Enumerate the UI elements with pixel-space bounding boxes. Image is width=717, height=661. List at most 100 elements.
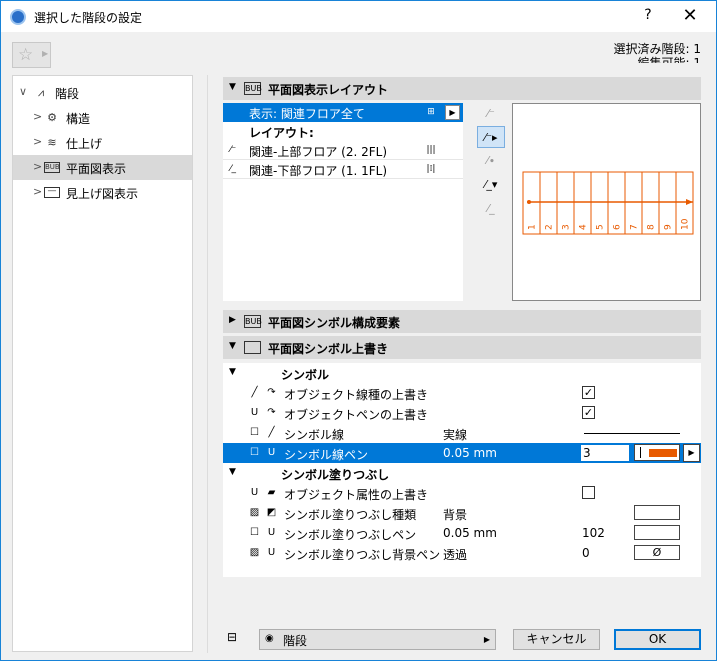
override-row-attributes[interactable]: U ▰ オブジェクト属性の上書き: [223, 483, 701, 503]
override-icon: [244, 341, 261, 354]
layout-tool-upper-icon[interactable]: ⁄⁻▸: [477, 126, 505, 148]
layout-side-toolbar: ⁄⁻ ⁄⁻▸ ⁄∙ ⁄_▾ ⁄_: [477, 103, 506, 223]
stair-step-number: 1: [528, 224, 538, 230]
override-table: ▼ シンボル ╱ ↷ オブジェクト線種の上書き ✓ U ↷ オブジェクトペンの上…: [223, 363, 701, 577]
tree-item-label: 構造: [66, 112, 91, 126]
section-title: 平面図シンボル構成要素: [268, 316, 401, 330]
override-icon: ↷: [267, 407, 276, 418]
layout-row-label: 関連-下部フロア (1. 1FL): [249, 164, 387, 178]
line-icon: ╱: [251, 387, 258, 398]
layout-tool-lower-icon[interactable]: ⁄_▾: [477, 174, 505, 196]
section-symbol-override[interactable]: ▼ 平面図シンボル上書き: [223, 336, 701, 359]
layout-tool-1-icon[interactable]: ⁄⁻: [477, 103, 505, 125]
pen-number[interactable]: 102: [582, 526, 605, 540]
panel-divider[interactable]: [207, 75, 208, 653]
pen-color: [649, 449, 677, 457]
pen-override-checkbox[interactable]: ✓: [582, 406, 595, 419]
view-selector-dropdown[interactable]: ◉ 階段 ▶: [259, 629, 496, 650]
lower-floor-icon: ⁄_: [229, 164, 236, 174]
stairs-icon: ⩘: [37, 86, 45, 99]
override-row-fill-background-pen[interactable]: ▨ U シンボル塗りつぶし背景ペン 透過 0 Ø: [223, 543, 701, 563]
layout-row-upper[interactable]: ⁄⁻ 関連-上部フロア (2. 2FL) |||: [223, 141, 463, 160]
stair-step-number: 3: [562, 224, 572, 230]
override-row-pen[interactable]: U ↷ オブジェクトペンの上書き ✓: [223, 403, 701, 423]
collapse-icon[interactable]: ▼: [229, 341, 236, 351]
tree-item-label: 仕上げ: [66, 137, 103, 151]
layout-tool-5-icon[interactable]: ⁄_: [477, 198, 505, 220]
stair-plan-icon: |||: [426, 145, 436, 155]
expand-icon[interactable]: ▶: [229, 315, 236, 325]
stair-tool-icon: ⊟: [227, 630, 238, 644]
ceiling-plan-icon: —: [44, 187, 60, 198]
stair-plan-icon: |⁞|: [426, 164, 436, 174]
pen-icon: U: [250, 407, 259, 418]
layout-row-lower[interactable]: ⁄_ 関連-下部フロア (1. 1FL) |⁞|: [223, 160, 463, 179]
chevron-right-icon: ▶: [42, 49, 49, 58]
fill-pen-swatch[interactable]: [634, 525, 680, 540]
pen-icon: U: [267, 527, 276, 538]
tree-item-stairs[interactable]: ∨ ⩘ 階段: [13, 80, 192, 105]
layout-header-label: レイアウト:: [249, 126, 314, 140]
line-sample[interactable]: [584, 433, 680, 434]
chevron-right-icon: ▶: [483, 635, 490, 644]
floor-plan-icon: BUB: [44, 162, 60, 173]
section-title: 平面図シンボル上書き: [268, 342, 389, 356]
walkline-arrow: [686, 199, 693, 205]
attribute-override-checkbox[interactable]: [582, 486, 595, 499]
row-label: シンボル塗りつぶし背景ペン: [284, 548, 441, 562]
ok-button[interactable]: OK: [614, 629, 701, 650]
background-pen-swatch[interactable]: Ø: [634, 545, 680, 560]
row-label: シンボル線: [284, 428, 345, 442]
upper-floor-icon: ⁄⁻: [229, 145, 237, 155]
expand-icon[interactable]: >: [33, 135, 42, 148]
pen-color-swatch[interactable]: [634, 444, 680, 461]
row-label: シンボル線ペン: [284, 448, 369, 462]
pen-icon: U: [250, 487, 259, 498]
favorites-button[interactable]: ☆ ▶: [12, 42, 51, 68]
expand-icon[interactable]: >: [33, 160, 42, 173]
group-symbol-fill[interactable]: ▼ シンボル塗りつぶし: [223, 463, 701, 483]
row-value: 0.05 mm: [443, 446, 497, 460]
app-logo-icon: [10, 9, 26, 25]
expand-icon[interactable]: ∨: [19, 85, 27, 98]
help-button[interactable]: ?: [641, 7, 655, 23]
layout-row-label: 関連-上部フロア (2. 2FL): [249, 145, 387, 159]
floor-plan-icon: BUB: [244, 315, 262, 328]
fill-override-icon: ▰: [267, 487, 276, 498]
pen-picker-arrow[interactable]: ▶: [683, 444, 700, 462]
expand-icon[interactable]: >: [33, 110, 42, 123]
display-option-row[interactable]: 表示: 関連フロア全て ⊞ ▶: [223, 103, 463, 122]
close-button[interactable]: ✕: [681, 5, 699, 26]
override-row-symbol-line[interactable]: ☐ ╱ シンボル線 実線: [223, 423, 701, 443]
fill-type-swatch[interactable]: [634, 505, 680, 520]
display-option-label: 表示: 関連フロア全て: [249, 107, 365, 121]
override-icon: ↷: [267, 387, 276, 398]
tree-item-reflected-ceiling[interactable]: > — 見上げ図表示: [13, 180, 192, 205]
override-row-symbol-pen[interactable]: ☐ U シンボル線ペン 0.05 mm 3 ▶: [223, 443, 701, 463]
section-floor-plan-layout[interactable]: ▼ BUB 平面図表示レイアウト: [223, 77, 701, 100]
cancel-button[interactable]: キャンセル: [513, 629, 600, 650]
finish-icon: ≋: [47, 136, 57, 149]
group-symbol[interactable]: ▼ シンボル: [223, 363, 701, 383]
square-icon: ☐: [250, 447, 259, 458]
pen-number[interactable]: 0: [582, 546, 590, 560]
tree-item-finish[interactable]: > ≋ 仕上げ: [13, 130, 192, 155]
hatch-icon: ▨: [249, 507, 260, 518]
section-symbol-components[interactable]: ▶ BUB 平面図シンボル構成要素: [223, 310, 701, 333]
collapse-icon[interactable]: ▼: [229, 82, 236, 92]
expand-icon[interactable]: >: [33, 185, 42, 198]
collapse-icon[interactable]: ▼: [229, 367, 236, 377]
override-row-fill-pen[interactable]: ☐ U シンボル塗りつぶしペン 0.05 mm 102: [223, 523, 701, 543]
collapse-icon[interactable]: ▼: [229, 467, 236, 477]
pen-number-input[interactable]: 3: [580, 444, 630, 462]
display-option-arrow[interactable]: ▶: [445, 105, 460, 120]
line-type-override-checkbox[interactable]: ✓: [582, 386, 595, 399]
tree-item-structure[interactable]: > ⚙ 構造: [13, 105, 192, 130]
stair-preview-drawing: 1 2 3 4 5 6 7 8 9 10: [522, 171, 694, 235]
text-cursor: [640, 447, 641, 458]
override-row-line-type[interactable]: ╱ ↷ オブジェクト線種の上書き ✓: [223, 383, 701, 403]
tree-item-floor-plan[interactable]: > BUB 平面図表示: [13, 155, 192, 180]
override-row-fill-type[interactable]: ▨ ◩ シンボル塗りつぶし種類 背景: [223, 503, 701, 523]
layout-tool-3-icon[interactable]: ⁄∙: [477, 150, 505, 172]
group-label: シンボル塗りつぶし: [281, 468, 390, 482]
